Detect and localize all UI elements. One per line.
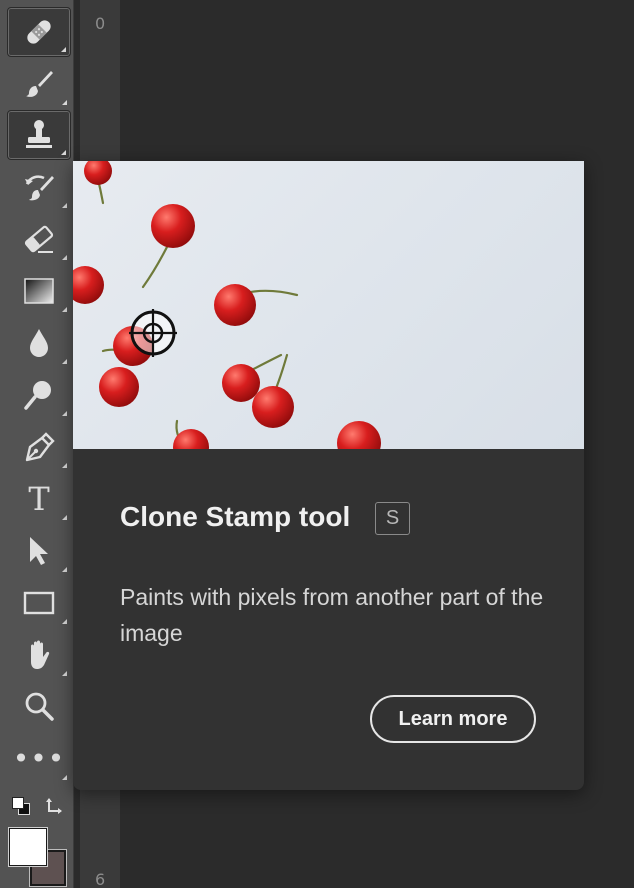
cherries-illustration xyxy=(73,161,381,465)
tool-preview-image xyxy=(73,161,584,465)
dodge-tool[interactable] xyxy=(7,370,71,420)
history-brush-icon xyxy=(25,175,54,201)
pen-icon xyxy=(25,432,55,462)
tooltip-description: Paints with pixels from another part of … xyxy=(120,584,544,646)
gradient-tool[interactable] xyxy=(7,266,71,316)
learn-more-button[interactable]: Learn more xyxy=(370,695,536,743)
brush-tool[interactable] xyxy=(7,59,71,109)
tooltip-title: Clone Stamp tool xyxy=(120,501,351,532)
hand-tool[interactable] xyxy=(7,630,71,680)
magnifier-icon xyxy=(25,692,54,721)
history-brush-tool[interactable] xyxy=(7,162,71,212)
zoom-tool[interactable] xyxy=(7,682,71,732)
rectangle-tool[interactable] xyxy=(7,578,71,628)
tool-tooltip-card: Clone Stamp tool S Paints with pixels fr… xyxy=(73,161,584,790)
dodge-icon xyxy=(24,381,51,410)
brush-icon xyxy=(26,71,53,97)
path-selection-tool[interactable] xyxy=(7,526,71,576)
gradient-icon xyxy=(24,278,54,304)
default-colors-button[interactable] xyxy=(12,797,32,817)
rectangle-icon xyxy=(23,591,55,615)
blur-tool[interactable] xyxy=(7,318,71,368)
eraser-icon xyxy=(24,225,54,253)
ruler-label-top: 0 xyxy=(95,14,106,33)
healing-brush-tool[interactable] xyxy=(7,7,71,57)
stamp-icon xyxy=(26,120,52,148)
ruler-label-bottom: 6 xyxy=(95,870,106,888)
bandage-icon xyxy=(27,20,51,44)
arrow-pointer-icon xyxy=(30,537,48,565)
swap-colors-icon[interactable] xyxy=(44,795,66,817)
shortcut-key-badge: S xyxy=(375,502,410,535)
drop-icon xyxy=(30,329,48,357)
default-foreground-square-icon xyxy=(12,797,24,809)
foreground-color-swatch[interactable] xyxy=(9,828,47,866)
more-tools-button[interactable]: ••• xyxy=(7,734,71,784)
clone-stamp-tool[interactable] xyxy=(7,110,71,160)
pen-tool[interactable] xyxy=(7,422,71,472)
hand-icon xyxy=(31,640,50,669)
type-icon: T xyxy=(28,480,50,518)
ellipsis-icon: ••• xyxy=(12,742,66,775)
eraser-tool[interactable] xyxy=(7,214,71,264)
tools-panel: T ••• xyxy=(0,0,74,888)
type-tool[interactable]: T xyxy=(7,474,71,524)
